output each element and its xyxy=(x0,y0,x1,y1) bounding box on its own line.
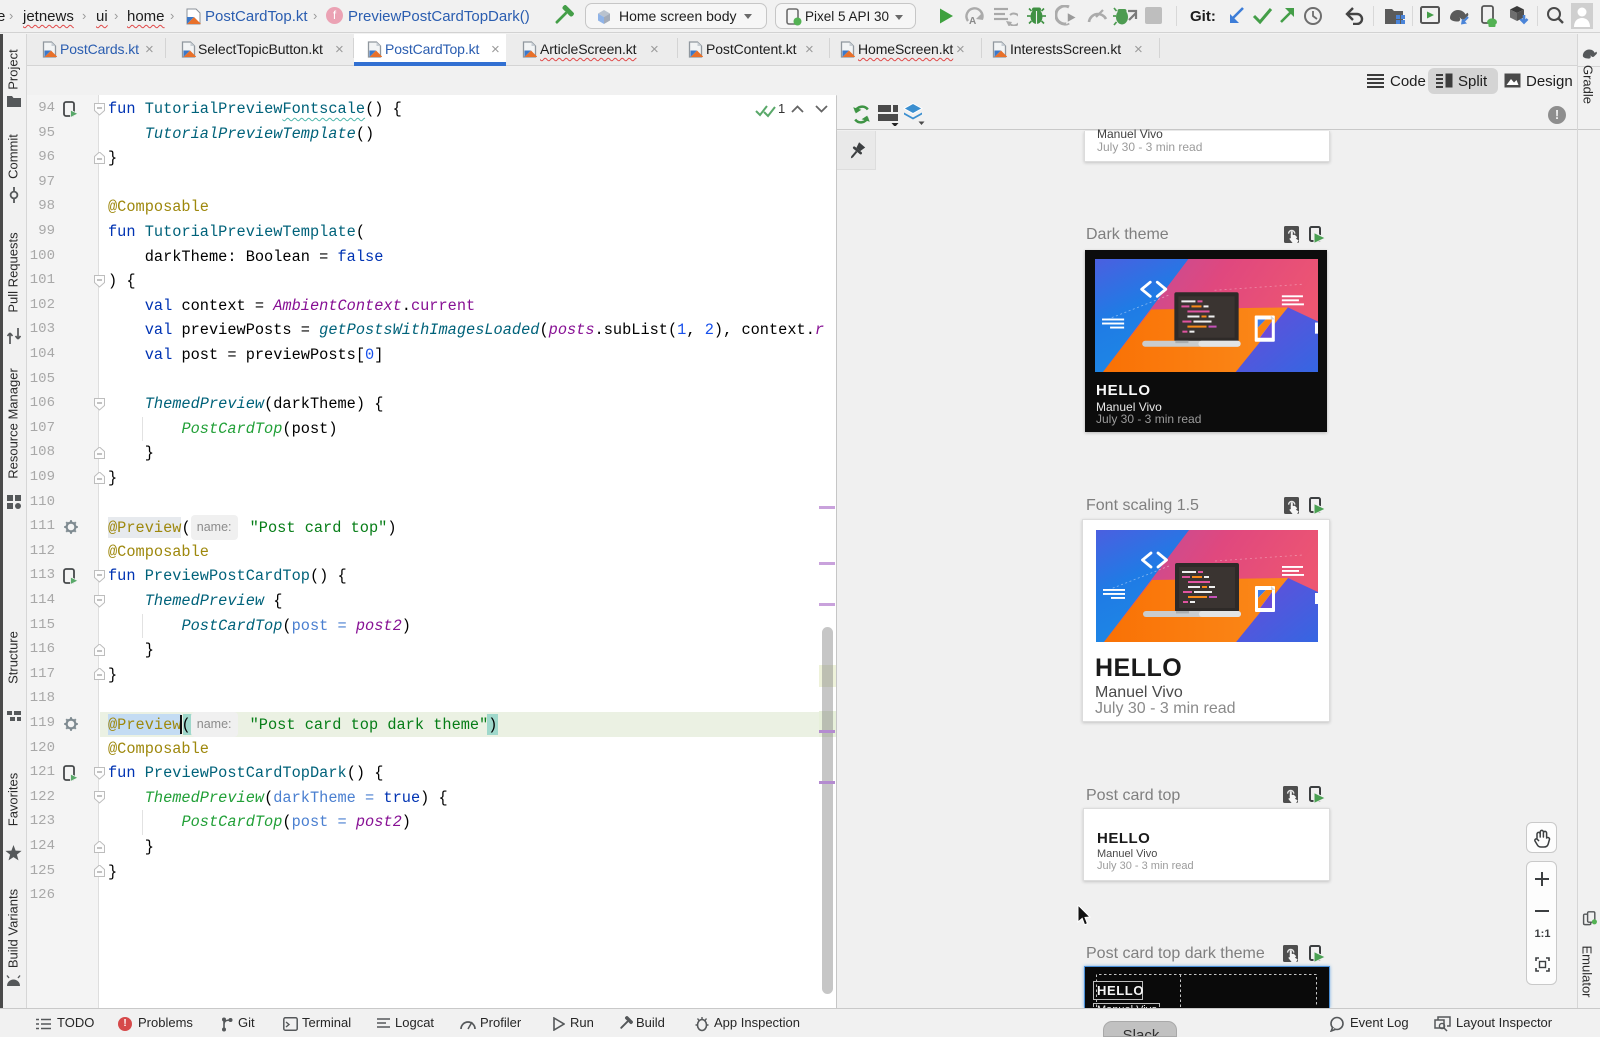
svg-text:A: A xyxy=(969,16,976,26)
